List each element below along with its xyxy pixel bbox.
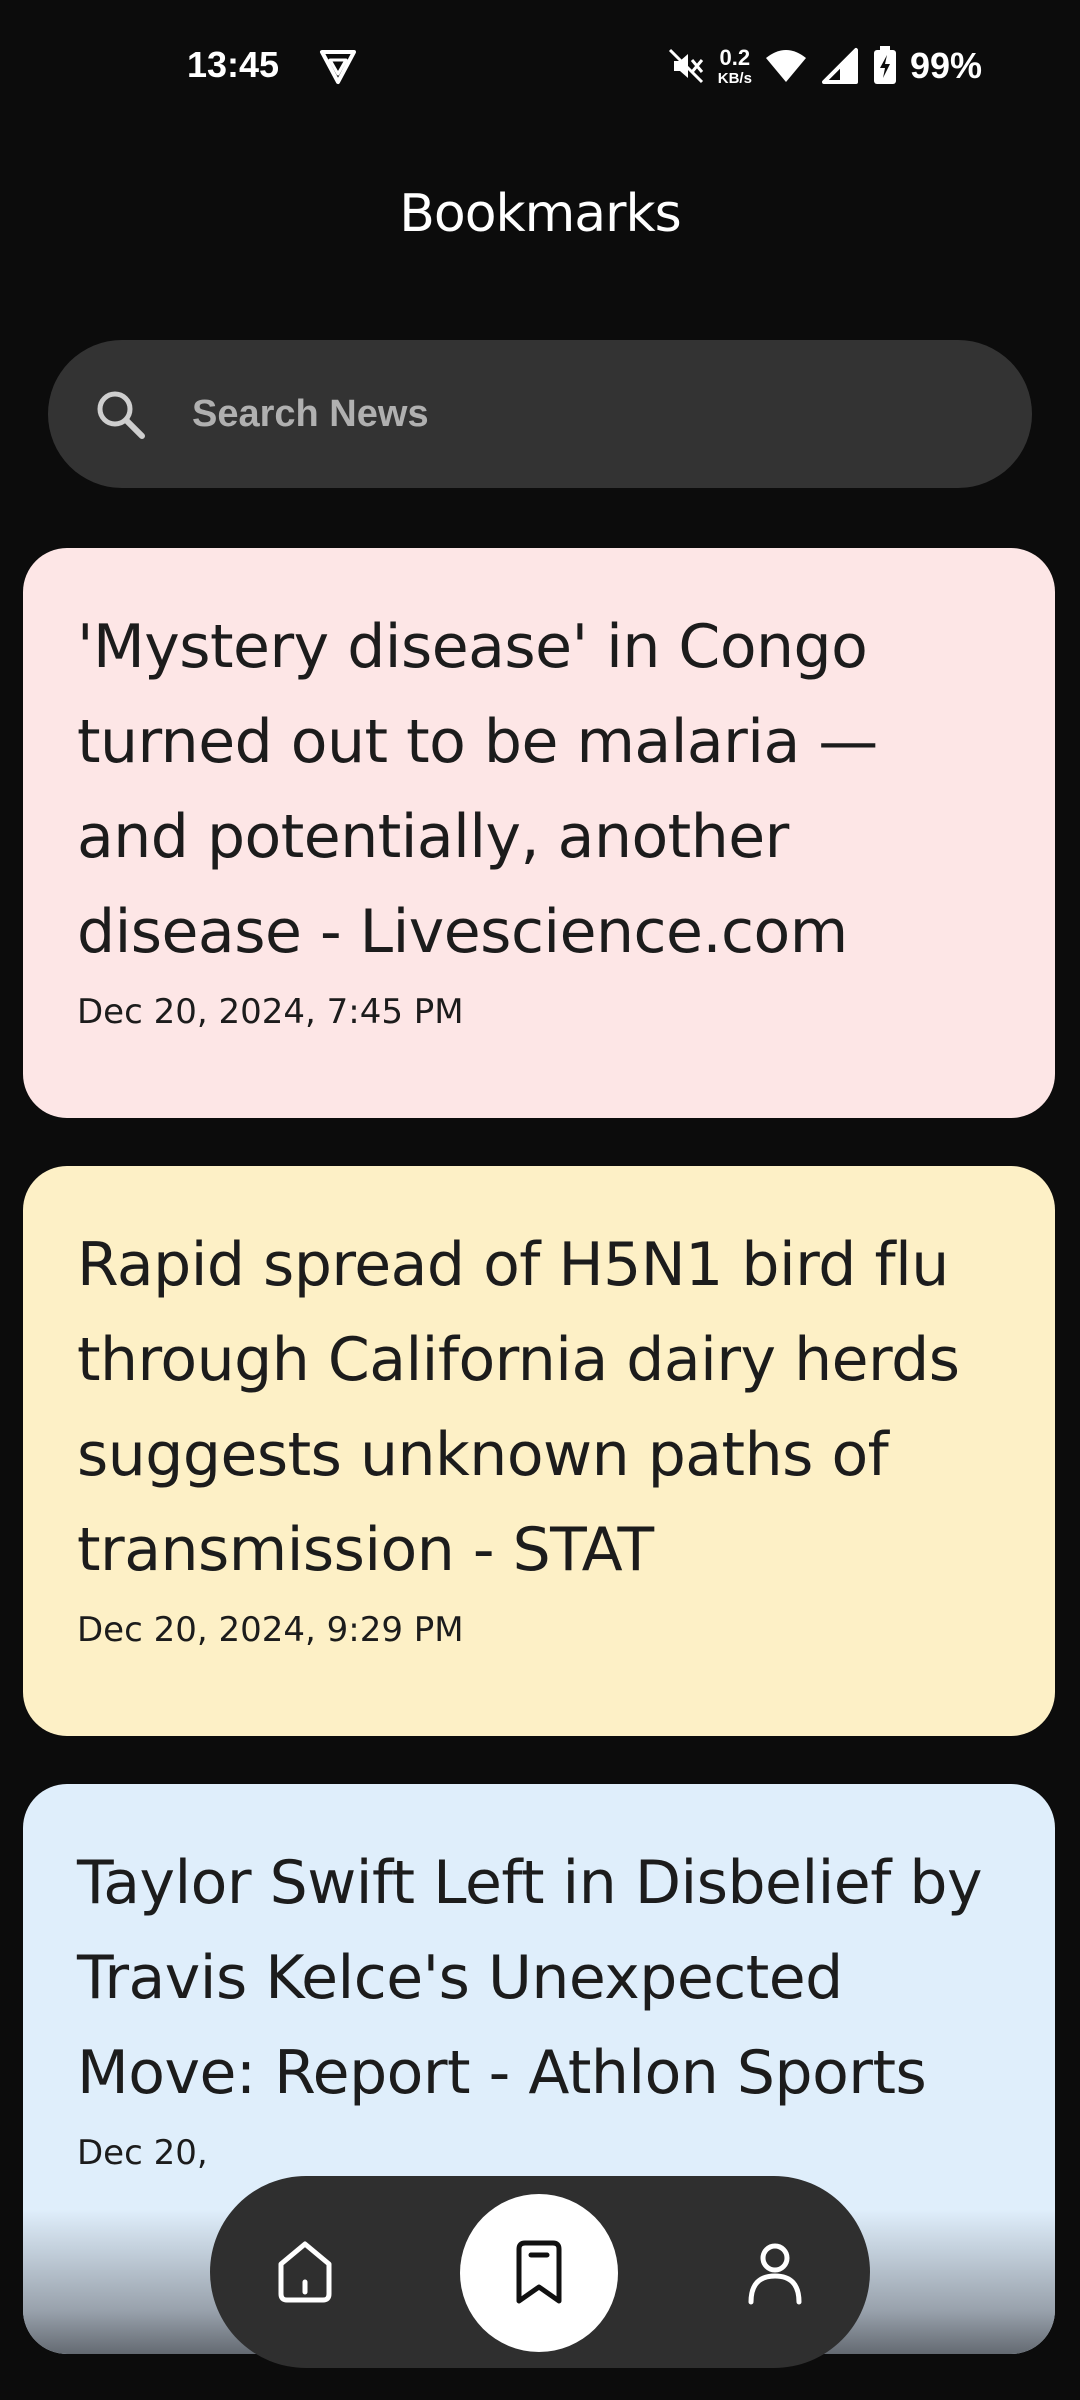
article-title: 'Mystery disease' in Congo turned out to…: [77, 612, 878, 967]
network-speed-value: 0.2: [719, 44, 751, 70]
wifi-icon: [765, 50, 806, 82]
mute-icon: [668, 48, 703, 84]
bookmark-icon: [516, 2240, 562, 2304]
network-speed-unit: KB/s: [717, 69, 752, 87]
search-bar[interactable]: [48, 340, 1032, 488]
page-title: Bookmarks: [399, 184, 682, 244]
article-date: Dec 20, 2024, 9:29 PM: [77, 1610, 464, 1650]
article-title: Taylor Swift Left in Disbelief by Travis…: [77, 1848, 983, 2108]
search-input[interactable]: [192, 380, 972, 448]
network-speed: 0.2 KB/s: [717, 44, 752, 87]
nav-bookmarks-button[interactable]: [460, 2194, 618, 2352]
article-card[interactable]: Rapid spread of H5N1 bird flu through Ca…: [23, 1166, 1055, 1736]
vpn-icon: [320, 50, 356, 84]
search-icon: [97, 391, 145, 439]
nav-profile-button[interactable]: [720, 2217, 830, 2327]
bottom-navigation: [210, 2176, 870, 2368]
status-time: 13:45: [187, 44, 280, 85]
article-date: Dec 20, 2024, 7:45 PM: [77, 992, 464, 1032]
battery-percentage: 99%: [909, 45, 982, 86]
battery-charging-icon: [873, 46, 896, 84]
nav-home-button[interactable]: [250, 2217, 360, 2327]
status-icons: 0.2 KB/s 99%: [666, 44, 982, 88]
article-card[interactable]: 'Mystery disease' in Congo turned out to…: [23, 548, 1055, 1118]
signal-icon: [821, 48, 858, 84]
home-icon: [278, 2241, 332, 2303]
status-bar: 13:45 0.2 KB/s 99%: [0, 0, 1080, 130]
article-date: Dec 20,: [77, 2133, 208, 2173]
profile-icon: [748, 2243, 802, 2305]
article-title: Rapid spread of H5N1 bird flu through Ca…: [77, 1230, 960, 1585]
